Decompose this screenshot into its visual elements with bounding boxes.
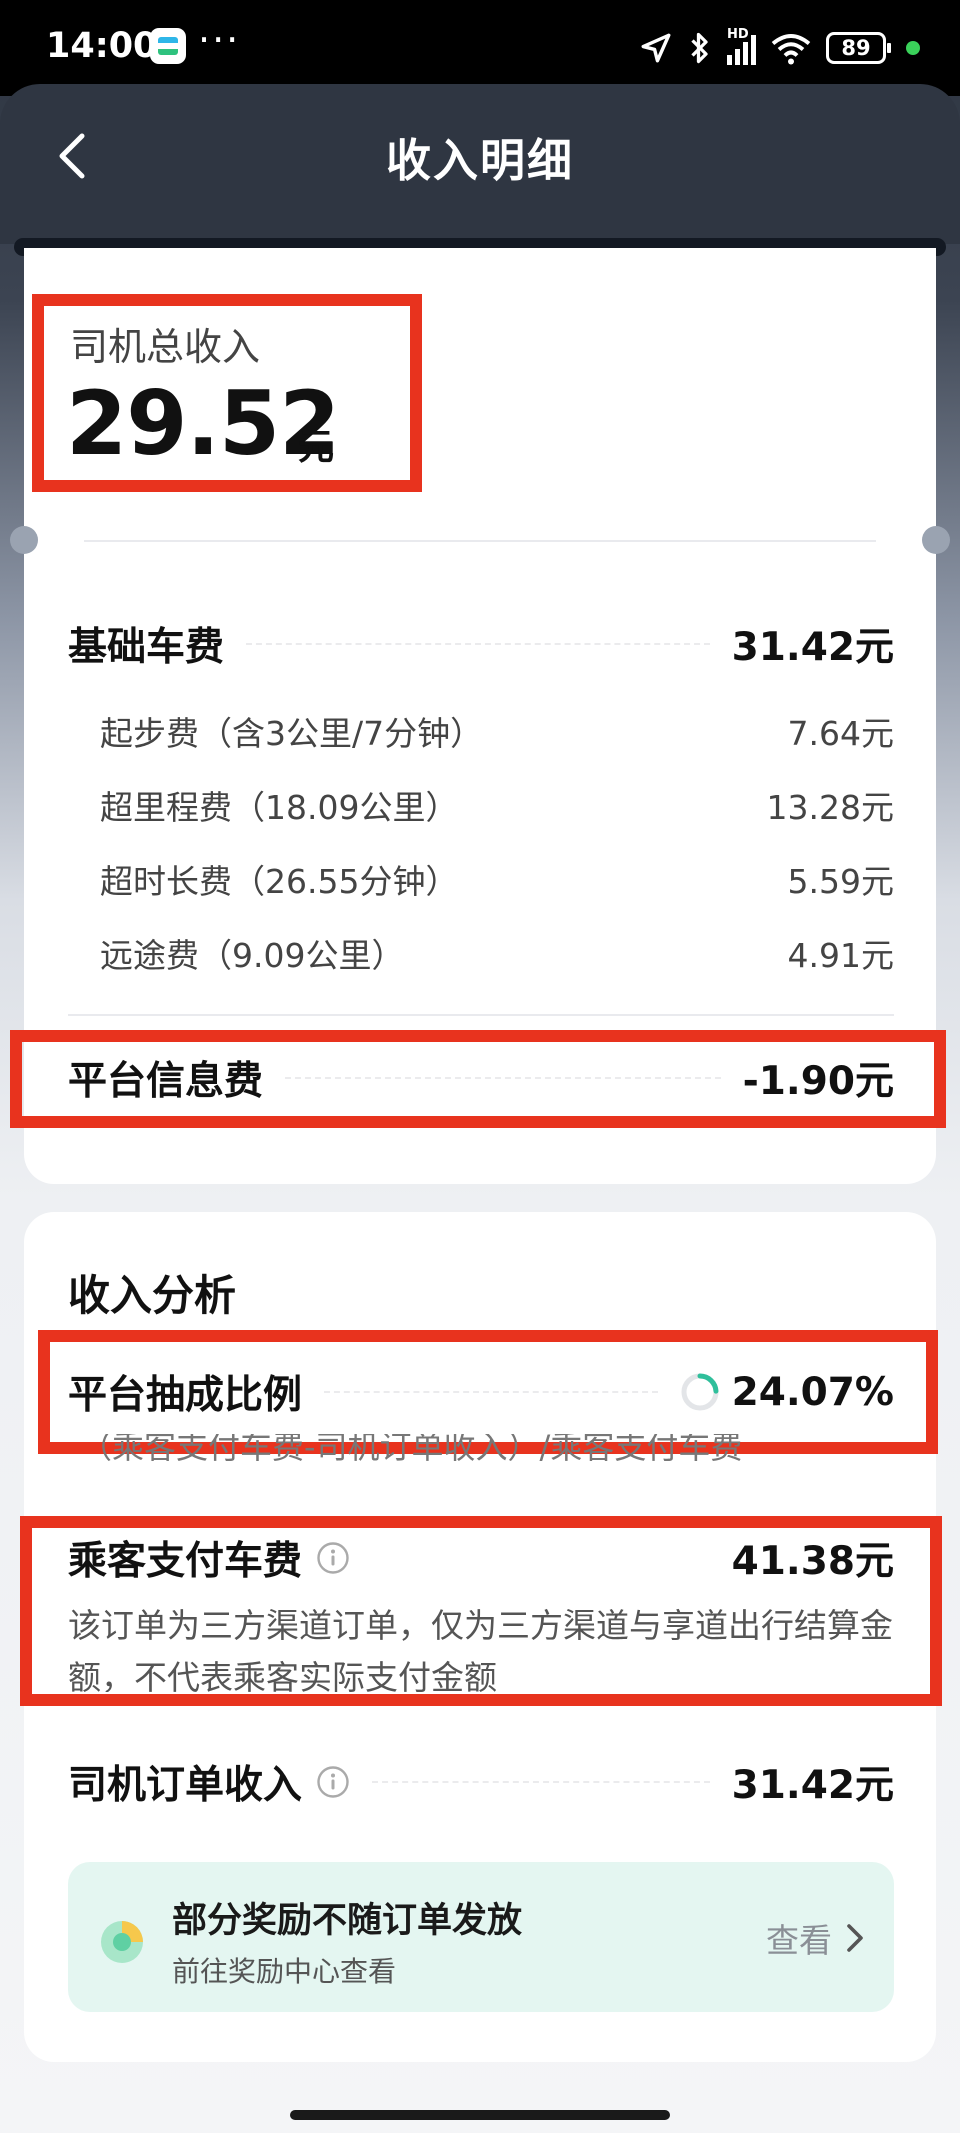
section-title: 收入分析 (68, 1271, 237, 1320)
divider (68, 1014, 894, 1016)
commission-value: 24.07% (731, 1369, 894, 1415)
page-header: 收入明细 (0, 84, 960, 244)
status-time: 14:00 (46, 26, 158, 66)
commission-ring-icon (681, 1373, 719, 1411)
base-fare-value: 31.42元 (731, 625, 894, 670)
more-notifications-icon: ··· (198, 18, 241, 62)
platform-fee-value: -1.90元 (742, 1059, 894, 1104)
commission-row: 平台抽成比例 24.07% (68, 1364, 894, 1420)
status-bar: 14:00 ··· HD 89 (0, 0, 960, 96)
fare-item-value: 7.64元 (787, 714, 894, 753)
receipt-notch-left (10, 526, 38, 554)
commission-label: 平台抽成比例 (68, 1373, 303, 1418)
fare-item-row: 远途费（9.09公里） 4.91元 (68, 928, 894, 978)
bluetooth-icon (691, 32, 708, 64)
commission-formula: （乘客支付车费-司机订单收入）/乘客支付车费 (80, 1434, 743, 1462)
base-fare-label: 基础车费 (68, 625, 225, 670)
platform-fee-label: 平台信息费 (68, 1059, 264, 1104)
fare-item-value: 4.91元 (787, 936, 894, 975)
signal-icon: HD (727, 27, 756, 65)
reward-coin-icon (101, 1921, 143, 1963)
dotted-leader (372, 1781, 710, 1783)
fare-item-label: 起步费（含3公里/7分钟） (100, 714, 484, 753)
passenger-fare-note: 该订单为三方渠道订单，仅为三方渠道与享道出行结算金额，不代表乘客实际支付金额 (68, 1606, 893, 1692)
view-rewards-link[interactable]: 查看 (766, 1914, 864, 1962)
info-icon[interactable] (316, 1765, 350, 1799)
info-icon[interactable] (316, 1541, 350, 1575)
fare-item-row: 超时长费（26.55分钟） 5.59元 (68, 854, 894, 904)
driver-income-value: 31.42元 (731, 1763, 894, 1808)
fare-item-label: 远途费（9.09公里） (100, 936, 405, 975)
dotted-leader (285, 1077, 721, 1079)
total-income-label: 司机总收入 (70, 325, 261, 369)
battery-level: 89 (841, 36, 871, 60)
fare-item-row: 起步费（含3公里/7分钟） 7.64元 (68, 706, 894, 756)
dotted-leader (324, 1391, 658, 1393)
page-title: 收入明细 (385, 134, 574, 187)
passenger-fare-value: 41.38元 (731, 1539, 894, 1584)
location-arrow-icon (641, 33, 671, 63)
app-notification-icon (150, 28, 186, 64)
fare-item-label: 超里程费（18.09公里） (100, 788, 459, 827)
reward-subtitle: 前往奖励中心查看 (172, 1955, 397, 1988)
privacy-indicator-dot (906, 41, 920, 55)
driver-income-row: 司机订单收入 31.42元 (68, 1752, 894, 1812)
view-rewards-label: 查看 (766, 1921, 832, 1960)
chevron-right-icon (847, 1924, 863, 1952)
base-fare-row: 基础车费 31.42元 (68, 616, 894, 672)
dotted-leader (246, 643, 710, 645)
receipt-notch-right (922, 526, 950, 554)
fare-item-value: 5.59元 (787, 862, 894, 901)
network-type-label: HD (727, 27, 749, 42)
fare-item-value: 13.28元 (766, 788, 894, 827)
passenger-fare-row: 乘客支付车费 41.38元 (68, 1528, 894, 1588)
total-income-unit: 元 (298, 427, 335, 468)
wifi-icon (771, 34, 811, 65)
divider (84, 540, 876, 542)
fare-item-label: 超时长费（26.55分钟） (100, 862, 459, 901)
driver-income-label: 司机订单收入 (68, 1763, 303, 1808)
fare-item-row: 超里程费（18.09公里） 13.28元 (68, 780, 894, 830)
platform-fee-row: 平台信息费 -1.90元 (68, 1050, 894, 1106)
status-icons: HD 89 (639, 24, 920, 72)
passenger-fare-label: 乘客支付车费 (68, 1539, 303, 1584)
home-indicator[interactable] (290, 2110, 670, 2120)
reward-title: 部分奖励不随订单发放 (172, 1901, 523, 1941)
battery-icon: 89 (826, 32, 891, 64)
reward-banner[interactable]: 部分奖励不随订单发放 前往奖励中心查看 查看 (68, 1862, 894, 2012)
